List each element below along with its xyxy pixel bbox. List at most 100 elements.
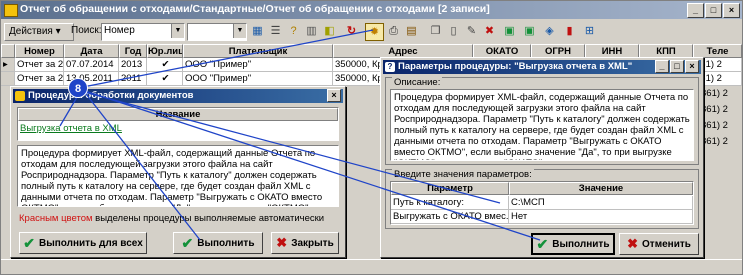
export-icon[interactable]: ▤	[403, 23, 420, 39]
grid-icon[interactable]: ▦	[249, 23, 266, 39]
col-header-inn[interactable]: ИНН	[585, 44, 639, 58]
tool-green-2-icon[interactable]: ▣	[521, 23, 538, 39]
red-note-highlight: Красным цветом	[19, 213, 93, 224]
procedures-dialog: Процедуры обработки документов × Названи…	[10, 86, 346, 258]
search-field-select[interactable]: Номер ▼	[101, 23, 185, 41]
chevron-down-icon: ▼	[233, 24, 246, 38]
close-button[interactable]: ×	[723, 3, 740, 18]
legal-entity-checkbox[interactable]: ✔	[147, 72, 183, 86]
procedures-icon[interactable]: ✹	[365, 23, 384, 41]
procedure-item-xml-export[interactable]: Выгрузка отчета в XML	[20, 123, 336, 136]
cell-date: 07.07.2014	[64, 58, 119, 72]
procedure-description: Процедура формирует XML-файл, содержащий…	[17, 145, 339, 207]
print-icon[interactable]: ⎙	[385, 23, 402, 39]
col-header-ogrn[interactable]: ОГРН	[531, 44, 585, 58]
edit-icon[interactable]: ✎	[463, 23, 480, 39]
col-header-parameter: Параметр	[391, 182, 509, 195]
parameters-label: Введите значения параметров:	[392, 169, 534, 180]
phone-cell: 861) 2	[701, 136, 728, 147]
procedures-list: Название Выгрузка отчета в XML	[17, 107, 339, 141]
row-selector-header	[1, 44, 15, 58]
checkmark-icon: ✔	[181, 234, 194, 251]
phone-cell: 861) 2	[701, 104, 728, 115]
close-x-icon: ✖	[276, 235, 288, 250]
col-header-phone[interactable]: Теле	[693, 44, 742, 58]
col-header-okato[interactable]: ОКАТО	[473, 44, 531, 58]
new-document-icon[interactable]: ▯	[445, 23, 462, 39]
red-note-text: выделены процедуры выполняемые автоматич…	[92, 213, 325, 224]
tool-blue-icon[interactable]: ◈	[541, 23, 558, 39]
red-color-note: Красным цветом выделены процедуры выполн…	[19, 213, 339, 224]
grid-header: Номер Дата Год Юр.лицо Плательщик Адрес …	[1, 44, 742, 58]
tool-green-1-icon[interactable]: ▣	[501, 23, 518, 39]
params-cancel-button[interactable]: ✖ Отменить	[619, 233, 699, 255]
description-label: Описание:	[392, 77, 443, 88]
copy-icon[interactable]: ❐	[427, 23, 444, 39]
param-value-path-input[interactable]: C:\МСП	[509, 196, 693, 210]
chevron-down-icon: ▼	[171, 24, 184, 38]
props-icon[interactable]: ◧	[321, 23, 338, 39]
cancel-x-icon: ✖	[627, 236, 639, 251]
parameters-title: Параметры процедуры: "Выгрузка отчета в …	[398, 61, 633, 72]
parameters-table: Параметр Значение Путь к каталогу: C:\МС…	[390, 181, 694, 225]
app-icon	[4, 4, 18, 17]
params-run-label: Выполнить	[552, 238, 610, 250]
minimize-button[interactable]: _	[687, 3, 704, 18]
dialog-close-button[interactable]: ×	[685, 60, 699, 73]
legal-entity-checkbox[interactable]: ✔	[147, 58, 183, 72]
actions-menu[interactable]: Действия ▾	[4, 23, 74, 41]
row-selector[interactable]: ▸	[1, 58, 15, 72]
col-header-kpp[interactable]: КПП	[639, 44, 693, 58]
param-name-path: Путь к каталогу:	[391, 196, 509, 210]
callout-badge: 8	[68, 78, 88, 98]
col-header-address[interactable]: Адрес	[333, 44, 473, 58]
description-group: Описание: Процедура формирует XML-файл, …	[385, 77, 699, 165]
question-icon: ?	[385, 62, 395, 72]
params-cancel-label: Отменить	[642, 238, 691, 250]
chart-icon[interactable]: ▮	[561, 23, 578, 39]
param-name-okato: Выгружать с ОКАТО вмес...	[391, 210, 509, 224]
col-header-name: Название	[18, 108, 338, 121]
params-run-button[interactable]: ✔ Выполнить	[531, 233, 615, 255]
col-header-legal-entity[interactable]: Юр.лицо	[147, 44, 183, 58]
columns-icon[interactable]: ▥	[303, 23, 320, 39]
col-header-date[interactable]: Дата	[64, 44, 119, 58]
help-icon[interactable]: ?	[285, 23, 302, 39]
parameters-title-bar: ? Параметры процедуры: "Выгрузка отчета …	[383, 60, 701, 74]
dialog-close-button[interactable]: ×	[327, 89, 341, 102]
col-header-number[interactable]: Номер	[15, 44, 64, 58]
run-for-all-button[interactable]: ✔ Выполнить для всех	[19, 232, 147, 254]
parameters-dialog: ? Параметры процедуры: "Выгрузка отчета …	[380, 57, 704, 258]
cell-year: 2011	[119, 72, 147, 86]
maximize-button[interactable]: □	[705, 3, 722, 18]
procedures-title: Процедуры обработки документов	[28, 90, 194, 101]
search-label: Поиск:	[71, 25, 102, 36]
close-dialog-button[interactable]: ✖ Закрыть	[271, 232, 339, 254]
procedures-title-bar: Процедуры обработки документов ×	[13, 89, 343, 103]
cell-address: 350000, Кр	[333, 58, 381, 72]
cell-number: Отчет за 201	[15, 72, 64, 86]
run-label: Выполнить	[197, 237, 255, 249]
dialog-maximize-button[interactable]: □	[670, 60, 684, 73]
filter-icon[interactable]: ⊞	[581, 23, 598, 39]
parameters-group: Введите значения параметров: Параметр Зн…	[385, 169, 699, 229]
run-for-all-label: Выполнить для всех	[38, 237, 143, 249]
search-field-value: Номер	[104, 25, 135, 36]
col-header-year[interactable]: Год	[119, 44, 147, 58]
refresh-icon[interactable]: ↻	[343, 23, 360, 39]
phone-cell: 861) 2	[701, 120, 728, 131]
main-title-bar: Отчет об обращении с отходами/Стандартны…	[1, 1, 742, 19]
phone-cell: 861) 2	[701, 88, 728, 99]
gear-icon	[15, 91, 25, 101]
list-icon[interactable]: ☰	[267, 23, 284, 39]
close-label: Закрыть	[291, 237, 334, 249]
param-value-okato-select[interactable]: Нет	[509, 210, 693, 224]
delete-icon[interactable]: ✖	[481, 23, 498, 39]
row-selector[interactable]	[1, 72, 15, 86]
run-button[interactable]: ✔ Выполнить	[173, 232, 263, 254]
horizontal-scrollbar[interactable]	[1, 259, 742, 273]
cell-number: Отчет за 201	[15, 58, 64, 72]
dialog-minimize-button[interactable]: _	[655, 60, 669, 73]
search-input[interactable]: ▼	[187, 23, 247, 41]
col-header-payer[interactable]: Плательщик	[183, 44, 333, 58]
